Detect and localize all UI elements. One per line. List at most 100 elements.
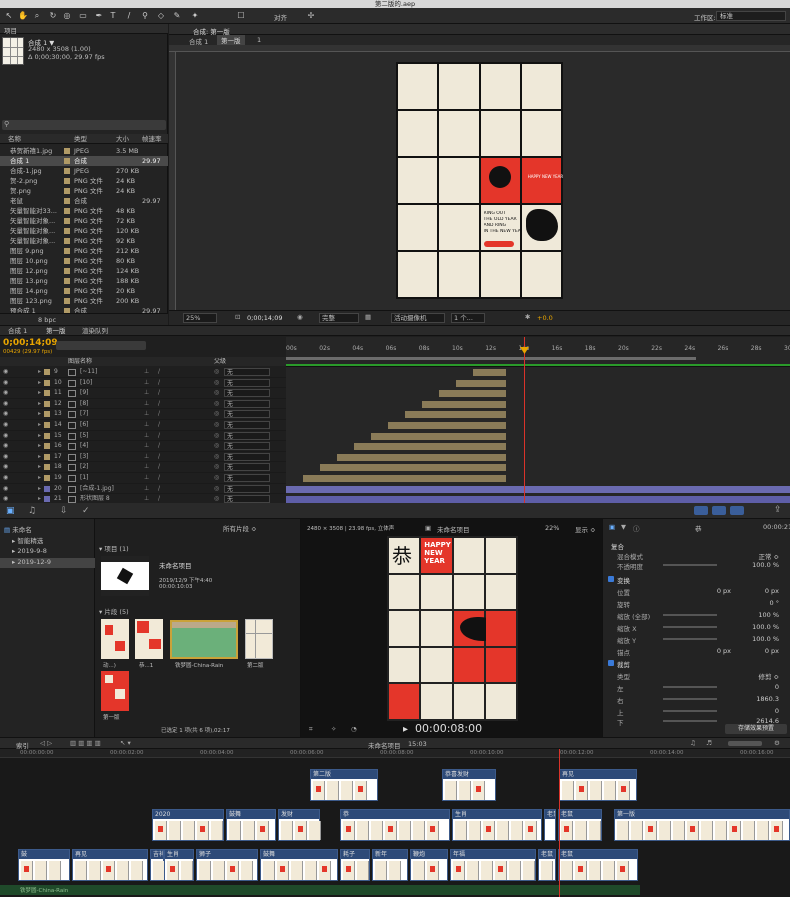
project-item[interactable]: 图层 123.png PNG 文件 200 KB [0,296,168,306]
expand-arrow-icon[interactable]: ▸ [38,409,41,419]
label-swatch[interactable] [64,228,70,234]
project-item[interactable]: 恭贺新禧1.jpg JPEG 3.5 MB [0,146,168,156]
label-swatch[interactable] [64,288,70,294]
transparency-grid-icon[interactable]: ▦ [365,313,371,321]
project-item[interactable]: 矢量智能对象... PNG 文件 92 KB [0,236,168,246]
project-item[interactable]: 贺.png PNG 文件 24 KB [0,186,168,196]
tl-playhead[interactable] [524,337,525,504]
col-name-header[interactable]: 名称 [8,134,21,144]
timeline-clip[interactable]: 年福 [450,849,536,881]
timeline-clip[interactable]: 狮子 [196,849,258,881]
label-swatch[interactable] [64,198,70,204]
quality-switch-icon[interactable]: / [158,462,160,472]
label-swatch[interactable] [44,422,50,428]
inspector-value[interactable]: 100.0 % [723,635,779,643]
label-swatch[interactable] [44,475,50,481]
layer-name[interactable]: [~11] [80,367,140,377]
project-item[interactable]: 合成 1 合成 29.97 [0,156,168,166]
pickwhip-icon[interactable]: ◎ [214,484,219,494]
expand-arrow-icon[interactable]: ▸ [38,378,41,388]
enable-checkbox[interactable] [608,660,614,666]
layer-name[interactable]: [5] [80,431,140,441]
layer-bar[interactable] [320,464,506,472]
eye-icon[interactable]: ◉ [3,484,8,494]
timeline-clip[interactable]: 鼓舞 [260,849,338,881]
inspector-value-y[interactable]: 0 px [739,647,779,655]
label-swatch[interactable] [44,379,50,386]
shy-switch-icon[interactable]: ⊥ [144,473,149,483]
expand-arrow-icon[interactable]: ▸ [38,452,41,462]
quality-switch-icon[interactable]: / [158,367,160,377]
headphone-icon[interactable]: ♬ [706,739,712,747]
hand-tool-icon[interactable]: ✋ [18,11,28,21]
library-smart-collections[interactable]: ▸ 智能精选 [12,535,43,545]
layer-bar[interactable] [337,453,506,461]
timeline-clip[interactable]: 恭 [340,809,450,841]
enable-checkbox[interactable] [608,576,614,582]
region-icon[interactable]: ⊡ [235,313,240,321]
video-inspector-icon[interactable]: ▣ [609,523,615,531]
layer-bar[interactable] [422,400,506,408]
timeline-clip[interactable]: 2020 [152,809,224,841]
tl-tab-first[interactable]: 第一版 [46,326,66,336]
timeline-clip[interactable]: 再见 [72,849,148,881]
label-swatch[interactable] [64,298,70,304]
layer-bar[interactable] [405,411,506,419]
browser-toggle[interactable] [694,506,708,515]
timeline-clip[interactable]: 再见 [559,769,637,801]
fcp-playhead[interactable] [559,749,560,897]
camera-select[interactable]: 活动摄像机 [391,313,445,323]
timeline-clip[interactable]: 老鼠 [538,849,556,881]
quality-switch-icon[interactable]: / [158,409,160,419]
timeline-clip[interactable]: 恭喜发财 [442,769,496,801]
label-swatch[interactable] [64,248,70,254]
layer-row[interactable]: ◉ ▸ 17 [3] ⊥ / ◎ 无 [0,452,286,463]
layer-name[interactable]: [3] [80,452,140,462]
shy-switch-icon[interactable]: ⊥ [144,378,149,388]
align-icon[interactable]: ✢ [306,11,316,21]
layer-row[interactable]: ◉ ▸ 12 [8] ⊥ / ◎ 无 [0,399,286,410]
label-swatch[interactable] [44,369,50,375]
inspector-slider[interactable] [663,626,717,628]
label-swatch[interactable] [44,453,50,460]
layer-bar[interactable] [354,443,506,451]
inspector-value-x[interactable]: 0 px [691,587,731,595]
timeline-clip[interactable]: 生肖 [452,809,542,841]
parent-select[interactable]: 无 [224,474,270,482]
play-button[interactable]: ▶ [403,725,408,733]
inspector-slider[interactable] [663,614,717,616]
parent-select[interactable]: 无 [224,452,270,461]
text-tool-icon[interactable]: T [108,11,118,21]
parent-select[interactable]: 无 [224,399,270,408]
project-item[interactable]: 贺-2.png PNG 文件 24 KB [0,176,168,186]
work-area-bar[interactable] [286,357,696,360]
shy-switch-icon[interactable]: ⊥ [144,441,149,451]
expand-arrow-icon[interactable]: ▸ [38,441,41,451]
label-swatch[interactable] [64,208,70,214]
project-item[interactable]: 图层 10.png PNG 文件 80 KB [0,256,168,266]
expand-arrow-icon[interactable]: ▸ [38,473,41,483]
timeline-clip[interactable]: 耗子 [340,849,370,881]
tl-tab-comp1[interactable]: 合成 1 [8,326,27,336]
project-item[interactable]: 图层 9.png PNG 文件 212 KB [0,246,168,256]
layer-name[interactable]: [8] [80,399,140,409]
project-tab[interactable]: 项目 [4,25,17,35]
inspector-value[interactable]: 1860.3 [723,695,779,703]
parent-select[interactable]: 无 [224,484,270,493]
snapshot-icon[interactable]: ◉ [297,313,303,321]
eye-icon[interactable]: ◉ [3,409,8,419]
project-item[interactable]: 老鼠 合成 29.97 [0,196,168,206]
audio-clip[interactable]: 铁梦圆-China-Rain [0,885,640,895]
selection-tool-icon[interactable]: ↖ [4,11,14,21]
timeline-toggle[interactable] [712,506,726,515]
project-item[interactable]: 图层 12.png PNG 文件 124 KB [0,266,168,276]
layer-bar[interactable] [371,432,506,440]
check-icon[interactable]: ✓ [82,506,90,516]
rectangle-tool-icon[interactable]: ▭ [78,11,88,21]
project-item[interactable]: 图层 14.png PNG 文件 20 KB [0,286,168,296]
label-swatch[interactable] [44,390,50,397]
timeline-clip[interactable]: 吉祥 [150,849,165,881]
enhance-icon[interactable]: ✧ [331,725,336,733]
inspector-value[interactable]: 100.0 % [723,561,779,569]
transform-tool-icon[interactable]: ⌗ [309,725,313,734]
